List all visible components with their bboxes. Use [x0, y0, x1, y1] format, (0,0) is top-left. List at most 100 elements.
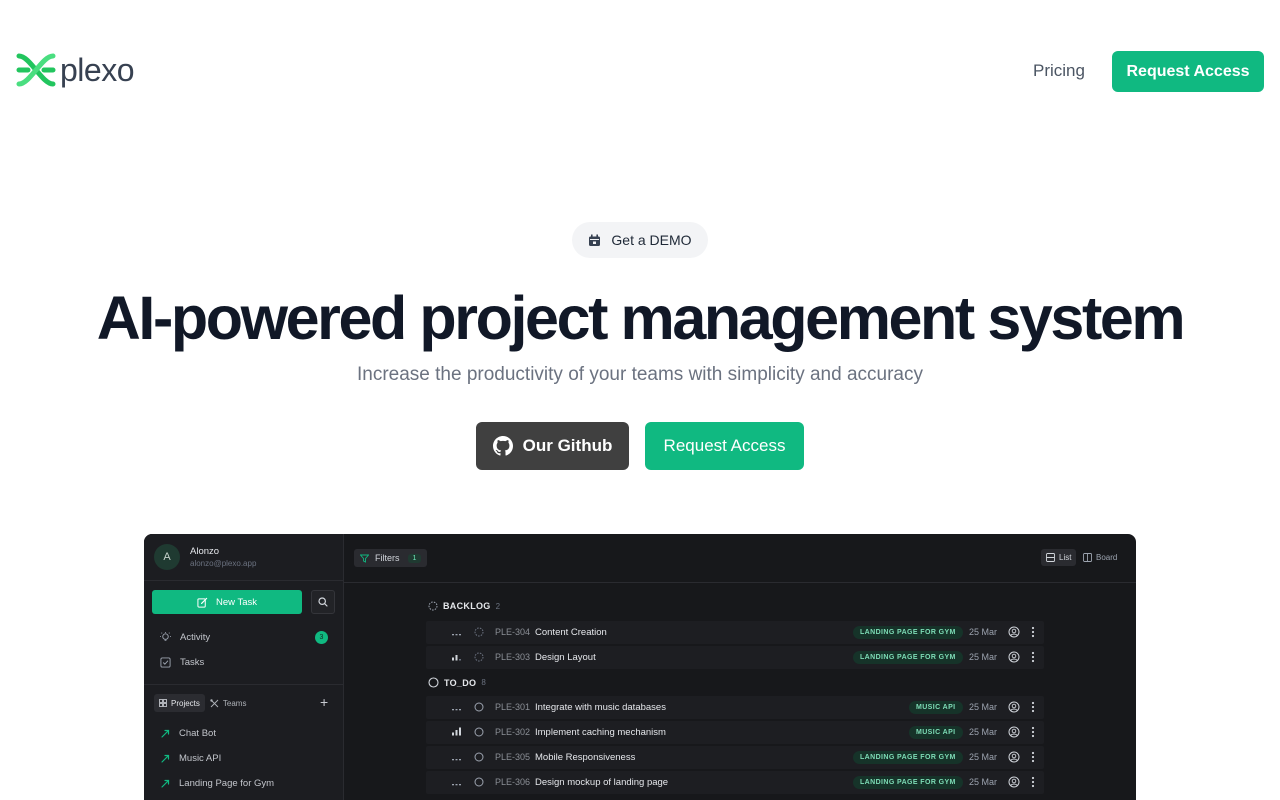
view-list-button[interactable]: List — [1041, 549, 1077, 566]
new-task-button[interactable]: New Task — [152, 590, 302, 614]
status-todo-icon — [474, 702, 484, 712]
user-circle-icon[interactable] — [1008, 701, 1020, 713]
more-vertical-icon[interactable] — [1031, 651, 1035, 663]
project-tag[interactable]: LANDING PAGE FOR GYM — [853, 751, 963, 764]
search-button[interactable] — [311, 590, 335, 614]
project-name: Chat Bot — [179, 728, 216, 739]
rocket-icon — [161, 754, 170, 763]
app-sidebar: A Alonzo alonzo@plexo.app New Task Activ… — [144, 534, 344, 800]
project-tag[interactable]: LANDING PAGE FOR GYM — [853, 651, 963, 664]
task-row[interactable]: PLE-303 Design Layout LANDING PAGE FOR G… — [426, 646, 1044, 669]
project-item[interactable]: Music API — [160, 753, 221, 764]
tab-projects[interactable]: Projects — [154, 694, 205, 712]
github-icon — [492, 436, 513, 456]
plexo-logo-icon — [16, 53, 56, 87]
user-circle-icon[interactable] — [1008, 651, 1020, 663]
task-title: Integrate with music databases — [535, 702, 666, 713]
task-id: PLE-301 — [495, 702, 531, 712]
project-tag[interactable]: LANDING PAGE FOR GYM — [853, 626, 963, 639]
more-vertical-icon[interactable] — [1031, 626, 1035, 638]
project-tag[interactable]: MUSIC API — [909, 726, 963, 739]
task-date: 25 Mar — [969, 652, 998, 662]
priority-medium-icon — [452, 655, 461, 661]
priority-none-icon — [452, 634, 461, 636]
task-date: 25 Mar — [969, 702, 998, 712]
task-row[interactable]: PLE-301 Integrate with music databases M… — [426, 696, 1044, 719]
add-project-button[interactable]: + — [320, 695, 328, 709]
user-circle-icon[interactable] — [1008, 776, 1020, 788]
task-date: 25 Mar — [969, 627, 998, 637]
user-circle-icon[interactable] — [1008, 726, 1020, 738]
user-circle-icon[interactable] — [1008, 751, 1020, 763]
filters-button[interactable]: Filters 1 — [354, 549, 428, 567]
edit-icon — [197, 597, 208, 608]
priority-none-icon — [452, 709, 461, 711]
view-board-button[interactable]: Board — [1083, 549, 1117, 566]
more-vertical-icon[interactable] — [1031, 701, 1035, 713]
github-button[interactable]: Our Github — [476, 422, 629, 470]
group-header-to-do[interactable]: TO_DO 8 — [428, 677, 486, 688]
project-item[interactable]: Chat Bot — [160, 728, 216, 739]
search-icon — [318, 597, 328, 607]
user-circle-icon[interactable] — [1008, 626, 1020, 638]
status-backlog-icon — [474, 627, 484, 637]
task-date: 25 Mar — [969, 752, 998, 762]
project-tag[interactable]: MUSIC API — [909, 701, 963, 714]
project-item[interactable]: Landing Page for Gym — [160, 778, 274, 789]
task-id: PLE-303 — [495, 652, 531, 662]
task-row[interactable]: PLE-304 Content Creation LANDING PAGE FO… — [426, 621, 1044, 644]
tab-teams[interactable]: Teams — [205, 694, 252, 712]
sidebar-divider — [144, 684, 344, 685]
header-request-access-button[interactable]: Request Access — [1112, 51, 1264, 92]
task-id: PLE-306 — [495, 777, 531, 787]
site-header: plexo Pricing Request Access — [0, 0, 1280, 140]
filters-label: Filters — [375, 553, 400, 563]
nav-pricing-link[interactable]: Pricing — [1033, 61, 1085, 81]
list-icon — [1046, 553, 1055, 562]
logo[interactable]: plexo — [16, 52, 135, 88]
priority-none-icon — [452, 759, 461, 761]
task-id: PLE-302 — [495, 727, 531, 737]
task-title: Design mockup of landing page — [535, 777, 669, 788]
task-row[interactable]: PLE-305 Mobile Responsiveness LANDING PA… — [426, 746, 1044, 769]
more-vertical-icon[interactable] — [1031, 726, 1035, 738]
group-name: TO_DO — [444, 677, 477, 688]
view-board-label: Board — [1096, 553, 1118, 562]
project-tag[interactable]: LANDING PAGE FOR GYM — [853, 776, 963, 789]
task-row[interactable]: PLE-306 Design mockup of landing page LA… — [426, 771, 1044, 794]
app-preview: A Alonzo alonzo@plexo.app New Task Activ… — [144, 534, 1136, 800]
status-todo-icon — [474, 752, 484, 762]
lightbulb-icon — [160, 632, 171, 641]
task-title: Implement caching mechanism — [535, 727, 666, 738]
task-date: 25 Mar — [969, 727, 998, 737]
task-id: PLE-304 — [495, 627, 531, 637]
more-vertical-icon[interactable] — [1031, 751, 1035, 763]
group-count: 2 — [495, 601, 501, 611]
logo-text: plexo — [60, 52, 135, 88]
tab-label: Teams — [222, 698, 247, 708]
rocket-icon — [161, 779, 170, 788]
filters-count-badge: 1 — [407, 553, 422, 563]
group-header-backlog[interactable]: BACKLOG 2 — [428, 601, 500, 611]
checkbox-icon — [160, 657, 171, 668]
status-dashed-circle-icon — [428, 601, 438, 611]
status-todo-icon — [474, 777, 484, 787]
task-title: Content Creation — [535, 627, 607, 638]
user-email: alonzo@plexo.app — [190, 559, 257, 568]
group-name: BACKLOG — [443, 601, 491, 611]
tab-label: Projects — [171, 698, 200, 708]
sidebar-divider — [144, 580, 344, 581]
grid-icon — [159, 699, 167, 707]
calendar-icon — [589, 234, 601, 246]
filter-icon — [360, 554, 369, 563]
team-icon — [210, 698, 219, 707]
user-profile[interactable]: A Alonzo alonzo@plexo.app — [154, 544, 256, 570]
board-icon — [1083, 553, 1092, 562]
rocket-icon — [161, 729, 170, 738]
task-row[interactable]: PLE-302 Implement caching mechanism MUSI… — [426, 721, 1044, 744]
get-demo-pill[interactable]: Get a DEMO — [572, 222, 708, 258]
more-vertical-icon[interactable] — [1031, 776, 1035, 788]
hero-request-access-button[interactable]: Request Access — [645, 422, 804, 470]
sidebar-item-tasks[interactable]: Tasks — [160, 657, 204, 668]
sidebar-item-activity[interactable]: Activity — [160, 632, 210, 643]
